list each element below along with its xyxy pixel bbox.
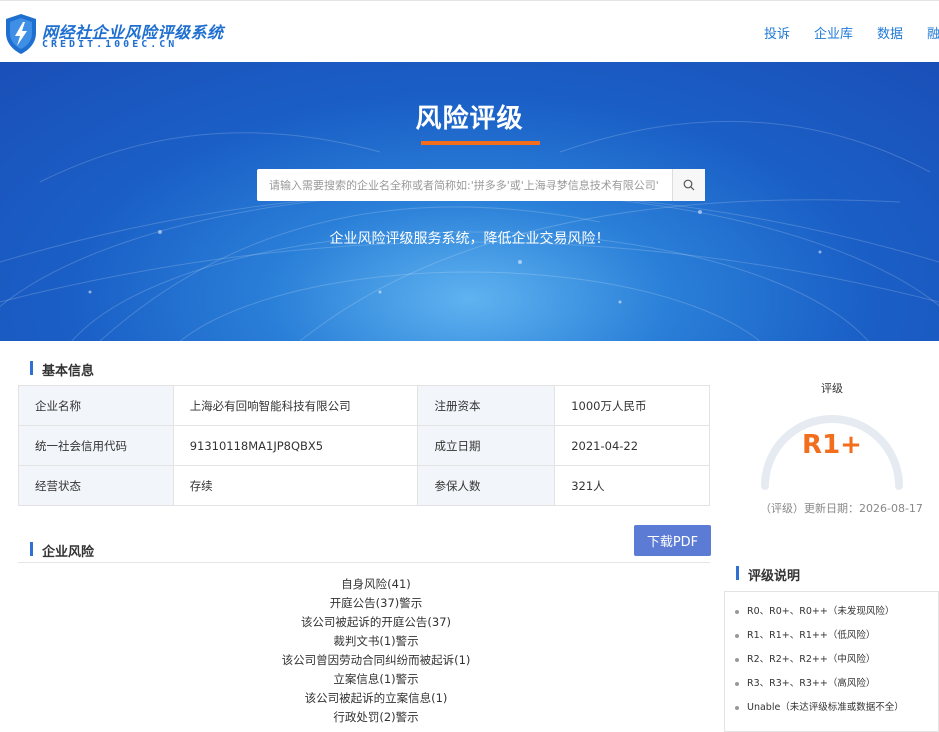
nav-item-data[interactable]: 数据: [877, 23, 903, 42]
founded-date-label: 成立日期: [417, 425, 556, 466]
legend-item: R1、R1+、R1++（低风险）: [735, 624, 938, 648]
table-row: 企业名称 上海必有回响智能科技有限公司 注册资本 1000万人民币: [18, 385, 710, 426]
search-icon: [683, 179, 695, 191]
table-row: 经营状态 存续 参保人数 321人: [18, 465, 710, 506]
founded-date-value: 2021-04-22: [554, 425, 710, 466]
rating-update-date: （评级）更新日期：2026-08-17: [760, 502, 923, 515]
risk-item[interactable]: 行政处罚(2)警示: [18, 708, 734, 727]
site-logo[interactable]: 网经社企业风险评级系统 CREDIT.100EC.CN: [4, 13, 223, 57]
basic-info-table: 企业名称 上海必有回响智能科技有限公司 注册资本 1000万人民币 统一社会信用…: [18, 385, 710, 506]
credit-code-label: 统一社会信用代码: [18, 425, 174, 466]
legend-item: Unable（未达评级标准或数据不全）: [735, 696, 938, 720]
insured-count-value: 321人: [554, 465, 710, 506]
logo-subtitle: CREDIT.100EC.CN: [42, 39, 178, 50]
risk-item[interactable]: 该公司曾因劳动合同纠纷而被起诉(1): [18, 651, 734, 670]
registered-capital-label: 注册资本: [417, 385, 556, 426]
nav-item-financing[interactable]: 融资: [927, 23, 939, 42]
risk-item[interactable]: 该公司被起诉的立案信息(1): [18, 689, 734, 708]
nav-item-complaints[interactable]: 投诉: [764, 23, 790, 42]
registered-capital-value: 1000万人民币: [554, 385, 710, 426]
section-divider: [18, 562, 710, 563]
main-nav: 投诉 企业库 数据 融资: [764, 23, 939, 42]
rating-label: 评级: [821, 382, 843, 395]
risk-item[interactable]: 立案信息(1)警示: [18, 670, 734, 689]
rating-gauge: 评级 R1+: [755, 378, 909, 498]
company-name-label: 企业名称: [18, 385, 174, 426]
status-label: 经营状态: [18, 465, 174, 506]
search-input[interactable]: [257, 169, 672, 201]
basic-info-heading: 基本信息: [30, 360, 94, 379]
top-bar: 网经社企业风险评级系统 CREDIT.100EC.CN 投诉 企业库 数据 融资: [0, 0, 939, 62]
credit-code-value: 91310118MA1JP8QBX5: [172, 425, 419, 466]
search-bar: [257, 169, 705, 201]
hero-banner: 风险评级 企业风险评级服务系统，降低企业交易风险！: [0, 62, 939, 341]
rating-legend: R0、R0+、R0++（未发现风险） R1、R1+、R1++（低风险） R2、R…: [724, 591, 939, 732]
insured-count-label: 参保人数: [417, 465, 556, 506]
risk-heading: 企业风险: [30, 541, 94, 560]
download-pdf-button[interactable]: 下载PDF: [634, 525, 711, 556]
legend-item: R0、R0+、R0++（未发现风险）: [735, 600, 938, 624]
shield-lightning-icon: [6, 14, 36, 54]
search-button[interactable]: [672, 169, 705, 201]
title-underline: [421, 141, 540, 145]
hero-slogan: 企业风险评级服务系统，降低企业交易风险！: [329, 231, 610, 247]
risk-item[interactable]: 该公司被起诉的开庭公告(37): [18, 613, 734, 632]
risk-item[interactable]: 开庭公告(37)警示: [18, 594, 734, 613]
status-value: 存续: [172, 465, 419, 506]
legend-item: R3、R3+、R3++（高风险）: [735, 672, 938, 696]
rating-legend-heading: 评级说明: [736, 565, 800, 584]
legend-item: R2、R2+、R2++（中风险）: [735, 648, 938, 672]
nav-item-company-library[interactable]: 企业库: [814, 23, 853, 42]
rating-value: R1+: [802, 430, 862, 460]
table-row: 统一社会信用代码 91310118MA1JP8QBX5 成立日期 2021-04…: [18, 425, 710, 466]
risk-list: 自身风险(41) 开庭公告(37)警示 该公司被起诉的开庭公告(37) 裁判文书…: [18, 575, 734, 727]
company-name-value: 上海必有回响智能科技有限公司: [172, 385, 419, 426]
risk-item[interactable]: 裁判文书(1)警示: [18, 632, 734, 651]
risk-item[interactable]: 自身风险(41): [18, 575, 734, 594]
page-title: 风险评级: [415, 104, 524, 134]
